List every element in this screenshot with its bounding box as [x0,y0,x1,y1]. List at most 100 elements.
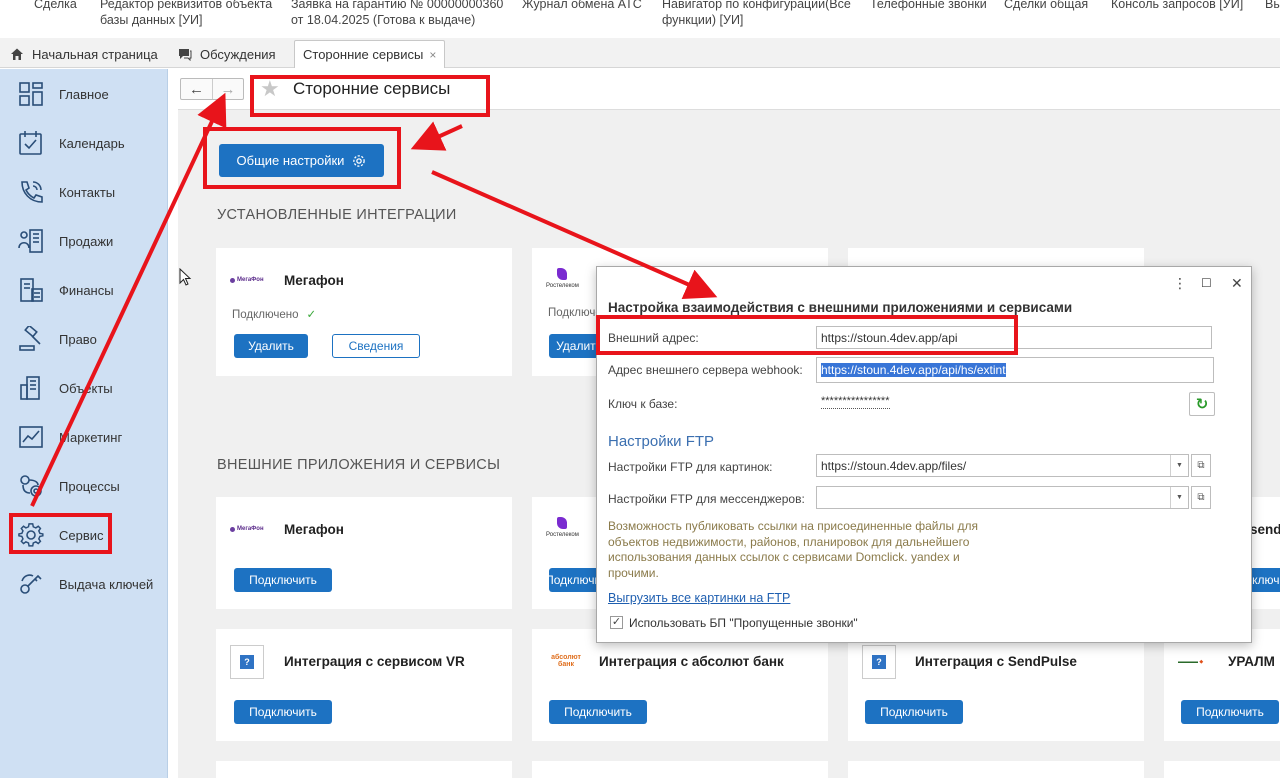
sidebar-item-objects[interactable]: Объекты [0,368,168,408]
placeholder-logo: ? [862,645,896,679]
connect-button[interactable]: Подключить [234,568,332,592]
ftp-messengers-field[interactable]: ▼ [816,486,1189,509]
close-icon[interactable]: × [429,48,436,62]
sidebar-item-service[interactable]: Сервис [0,515,168,555]
sidebar-item-key-issuance[interactable]: Выдача ключей [0,564,168,604]
service-card [848,761,1144,778]
service-card-uralm: ▬▬▬▬ ◆ УРАЛМ Подключить [1164,629,1280,741]
open-icon[interactable]: ⧉ [1191,486,1211,509]
sidebar-item-label: Объекты [59,380,113,396]
topmenu-item[interactable]: Консоль запросов [УИ] [1111,0,1243,12]
sidebar-item-label: Главное [59,86,109,102]
gear-icon [353,154,366,167]
card-title: Интеграция с абсолют банк [599,654,784,669]
connect-button[interactable]: Подключить [1181,700,1279,724]
check-icon: ✓ [306,309,317,321]
rostelecom-mark-icon [557,268,568,280]
sidebar-item-finance[interactable]: Финансы [0,270,168,310]
open-icon[interactable]: ⧉ [1191,454,1211,477]
card-title: Интеграция с сервисом VR [284,654,465,669]
external-services-title: ВНЕШНИЕ ПРИЛОЖЕНИЯ И СЕРВИСЫ [217,457,501,473]
button-label: Общие настройки [236,153,345,168]
rostelecom-logo: Ростелеком [546,268,579,289]
general-settings-button[interactable]: Общие настройки [219,144,384,177]
sidebar-item-calendar[interactable]: Календарь [0,123,168,163]
tab-home[interactable]: Начальная страница [2,40,166,68]
connect-button[interactable]: Подключить [234,700,332,724]
connect-button[interactable]: Подключить [549,700,647,724]
refresh-key-button[interactable]: ↻ [1189,392,1215,416]
tab-bar: Начальная страница Обсуждения Сторонние … [0,38,1280,68]
topmenu-item[interactable]: Сделка [34,0,77,12]
sidebar-item-processes[interactable]: Процессы [0,466,168,506]
service-card [532,761,828,778]
topmenu-item[interactable]: Вы [1265,0,1280,12]
megafon-logo: МегаФон [230,277,264,283]
sidebar-item-label: Календарь [59,135,125,151]
sidebar-item-law[interactable]: Право [0,319,168,359]
forward-button[interactable]: → [211,79,243,99]
tab-label: Обсуждения [200,46,276,62]
nav-buttons: ← → [180,78,244,100]
keys-icon [20,574,42,594]
sidebar-item-label: Финансы [59,282,114,298]
page-title: Сторонние сервисы [293,79,451,98]
back-button[interactable]: ← [181,79,212,99]
sidebar-item-label: Право [59,331,97,347]
law-icon [19,326,41,351]
topmenu-item[interactable]: Навигатор по конфигурации(Все функции) [… [662,0,851,28]
external-address-label: Внешний адрес: [608,331,699,345]
chat-icon [179,49,192,61]
megafon-logo: МегаФон [230,526,264,532]
card-title: Мегафон [284,273,344,288]
calendar-icon [19,131,42,155]
close-icon[interactable]: ✕ [1231,275,1243,292]
sidebar-item-label: Продажи [59,233,114,249]
topmenu-item[interactable]: Редактор реквизитов объекта базы данных … [100,0,272,28]
delete-button[interactable]: Удалить [234,334,308,358]
database-key-value: **************** [821,395,890,409]
finance-icon [20,278,43,302]
missed-calls-checkbox-label: Использовать БП "Пропущенные звонки" [629,616,858,630]
favorite-star-icon[interactable]: ★ [260,77,280,101]
connect-button[interactable]: Подключить [865,700,963,724]
sidebar-item-sales[interactable]: Продажи [0,221,168,261]
topmenu-item[interactable]: Заявка на гарантию № 00000000360 от 18.0… [291,0,503,28]
ftp-images-field[interactable]: https://stoun.4dev.app/files/ ▼ [816,454,1189,477]
card-title: Мегафон [284,522,344,537]
absolut-bank-logo: абсолют банк [551,654,581,668]
building-icon [20,376,40,400]
upload-images-link[interactable]: Выгрузить все картинки на FTP [608,591,790,605]
ftp-images-label: Настройки FTP для картинок: [608,460,773,474]
installed-integrations-title: УСТАНОВЛЕННЫЕ ИНТЕГРАЦИИ [217,207,457,223]
topmenu-item[interactable]: Сделки общая [1004,0,1088,12]
ftp-messengers-label: Настройки FTP для мессенджеров: [608,492,805,506]
topmenu-item[interactable]: Журнал обмена АТС [522,0,642,12]
rostelecom-logo: Ростелеком [546,517,579,538]
sidebar-item-contacts[interactable]: Контакты [0,172,168,212]
sidebar-item-label: Контакты [59,184,116,200]
external-services-settings-dialog: ⋮ ☐ ✕ Настройка взаимодействия с внешним… [596,266,1252,643]
tab-label: Сторонние сервисы [303,47,424,62]
chevron-down-icon[interactable]: ▼ [1170,455,1188,476]
more-menu-icon[interactable]: ⋮ [1173,275,1187,292]
sidebar-item-label: Маркетинг [59,429,123,445]
dashboard-icon [19,82,43,106]
ftp-settings-header: Настройки FTP [608,433,715,450]
chart-icon [19,426,43,448]
sidebar-item-marketing[interactable]: Маркетинг [0,417,168,457]
service-card [1164,761,1280,778]
webhook-address-field[interactable]: https://stoun.4dev.app/api/hs/extint [816,357,1214,383]
uralm-logo: ▬▬▬▬ ◆ [1178,659,1204,665]
maximize-icon[interactable]: ☐ [1201,276,1212,290]
chevron-down-icon[interactable]: ▼ [1170,487,1188,508]
service-card-vr: ? Интеграция с сервисом VR Подключить [216,629,512,741]
external-address-field[interactable]: https://stoun.4dev.app/api [816,326,1212,349]
status-text: Подключено ✓ [232,309,317,321]
tab-third-party-services[interactable]: Сторонние сервисы × [294,40,446,68]
missed-calls-checkbox[interactable]: ✓ [610,616,623,629]
details-button[interactable]: Сведения [332,334,420,358]
tab-discussions[interactable]: Обсуждения [170,40,284,68]
sidebar-item-main[interactable]: Главное [0,74,168,114]
topmenu-item[interactable]: Телефонные звонки [870,0,987,12]
